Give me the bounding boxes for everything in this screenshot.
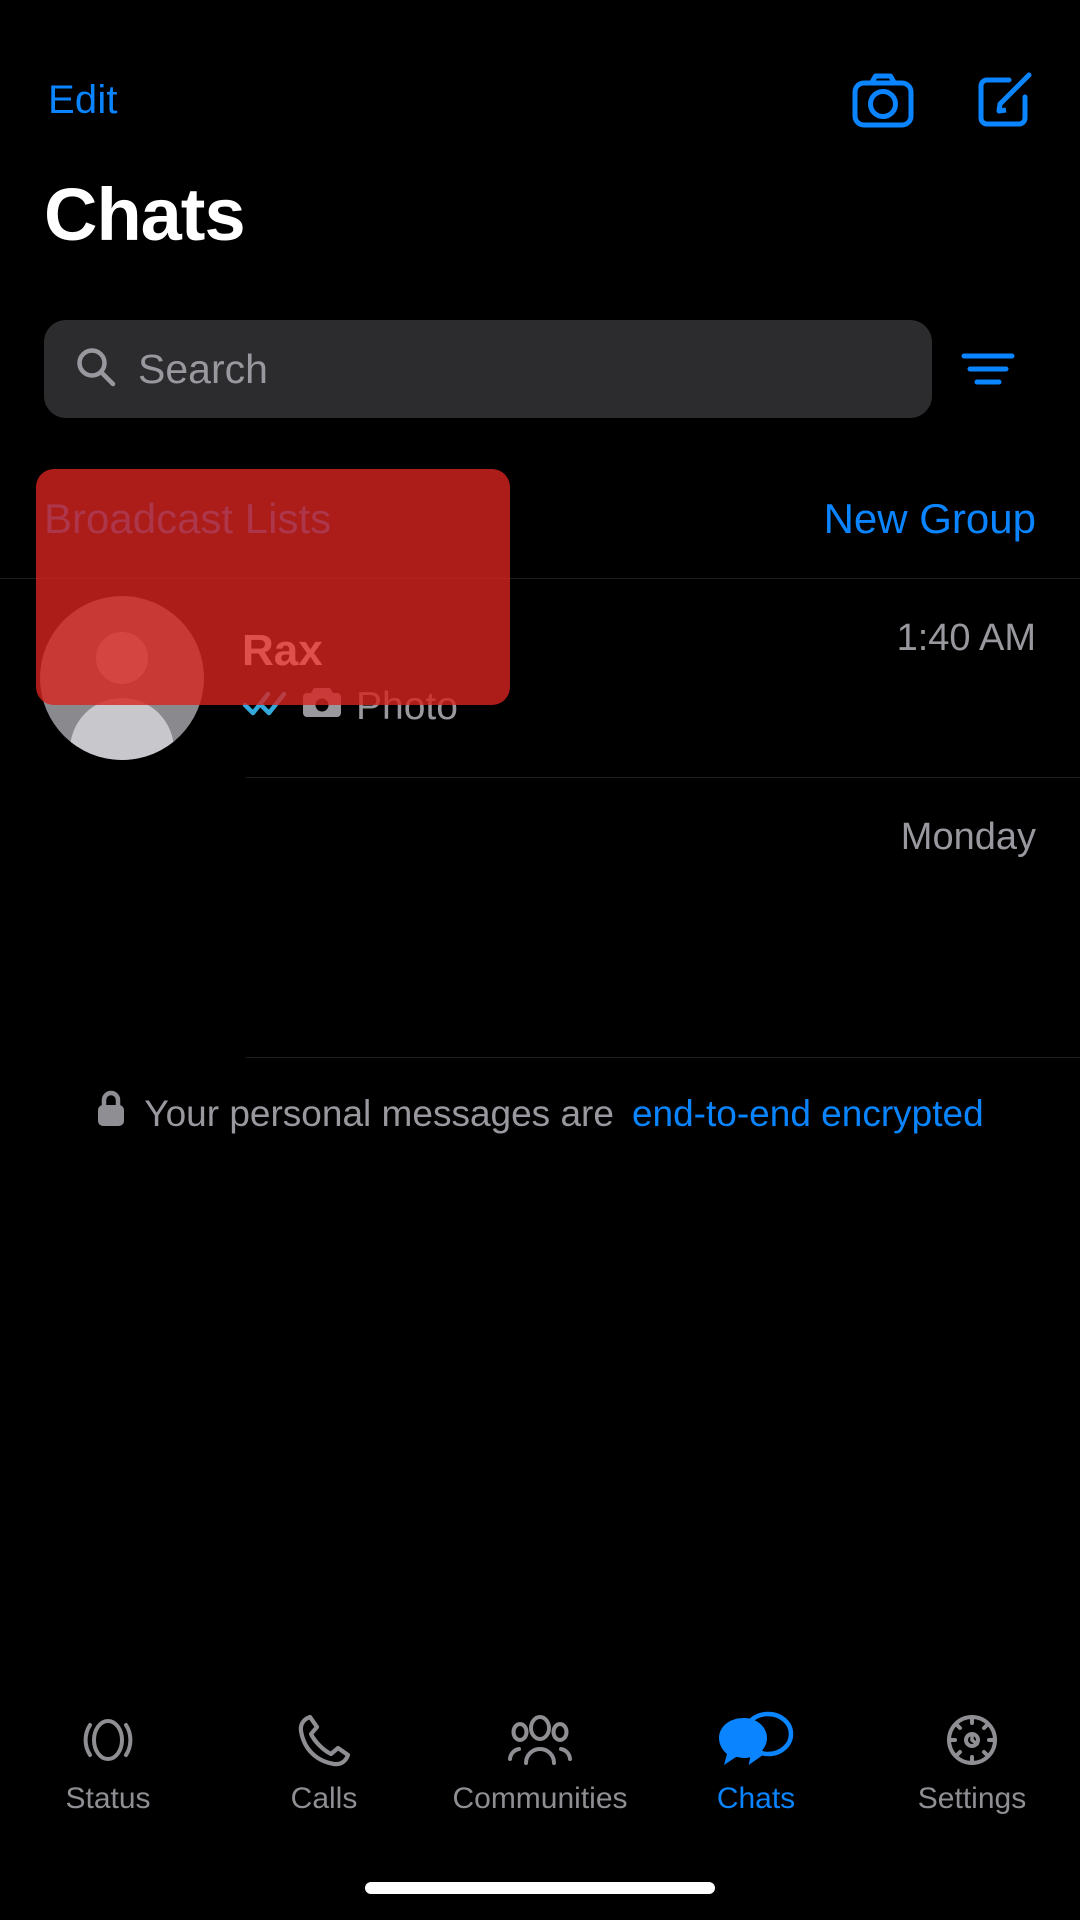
search-icon xyxy=(74,345,118,394)
chat-text-block: Rax Photo xyxy=(242,627,897,729)
chat-meta: 1:40 AM xyxy=(897,619,1036,657)
tab-label: Chats xyxy=(716,1782,796,1815)
tab-settings[interactable]: Settings xyxy=(864,1708,1080,1814)
chat-meta: Monday xyxy=(901,818,1036,856)
chat-preview-text: Photo xyxy=(356,684,458,728)
encryption-divider xyxy=(246,1057,1080,1058)
chat-preview-row: Photo xyxy=(242,685,897,729)
chat-timestamp: Monday xyxy=(900,816,1036,858)
search-placeholder: Search xyxy=(138,345,268,392)
chat-text-block xyxy=(78,872,901,882)
encryption-link[interactable]: end-to-end encrypted xyxy=(632,1093,984,1135)
tab-status[interactable]: Status xyxy=(0,1708,216,1814)
tab-label: Calls xyxy=(290,1782,358,1815)
tab-communities[interactable]: Communities xyxy=(432,1708,648,1814)
whatsapp-chats-screen: Edit Chats Search Broadcast Lists New Gr… xyxy=(0,0,1080,1920)
chat-bubbles-icon xyxy=(718,1708,794,1772)
top-bar-actions xyxy=(852,71,1034,129)
top-navigation-bar: Edit xyxy=(0,55,1080,145)
encryption-notice: Your personal messages are end-to-end en… xyxy=(0,1090,1080,1137)
gear-icon xyxy=(940,1708,1004,1772)
table-row[interactable]: Monday xyxy=(0,778,1080,976)
people-group-icon xyxy=(505,1708,575,1772)
avatar xyxy=(40,596,204,760)
camera-icon xyxy=(302,685,342,729)
list-actions-row: Broadcast Lists New Group xyxy=(0,498,1080,540)
avatar-body xyxy=(70,698,174,760)
lock-icon xyxy=(96,1090,126,1137)
search-input[interactable]: Search xyxy=(44,320,932,418)
status-rings-icon xyxy=(77,1708,139,1772)
compose-icon[interactable] xyxy=(976,71,1034,129)
tab-label: Communities xyxy=(452,1782,628,1815)
filter-icon[interactable] xyxy=(958,339,1018,399)
bottom-tab-bar: Status Calls Communities Chats Settings xyxy=(0,1698,1080,1848)
chat-list: Rax Photo 1:40 AM Monday xyxy=(0,469,1080,976)
tab-calls[interactable]: Calls xyxy=(216,1708,432,1814)
home-indicator xyxy=(365,1882,715,1894)
double-check-icon xyxy=(242,686,288,729)
new-group-button[interactable]: New Group xyxy=(824,498,1036,540)
camera-icon[interactable] xyxy=(852,72,914,128)
avatar-head xyxy=(96,632,148,685)
phone-icon xyxy=(293,1708,355,1772)
broadcast-lists-button[interactable]: Broadcast Lists xyxy=(44,498,331,540)
search-row: Search xyxy=(44,320,1036,418)
page-title: Chats xyxy=(44,173,246,256)
tab-chats[interactable]: Chats xyxy=(648,1708,864,1814)
chat-name: Rax xyxy=(242,626,323,675)
edit-button[interactable]: Edit xyxy=(48,80,118,120)
tab-label: Status xyxy=(65,1782,151,1815)
encryption-text: Your personal messages are xyxy=(144,1092,614,1134)
tab-label: Settings xyxy=(917,1782,1027,1815)
table-row[interactable]: Rax Photo 1:40 AM xyxy=(0,469,1080,777)
chat-timestamp: 1:40 AM xyxy=(896,617,1036,659)
